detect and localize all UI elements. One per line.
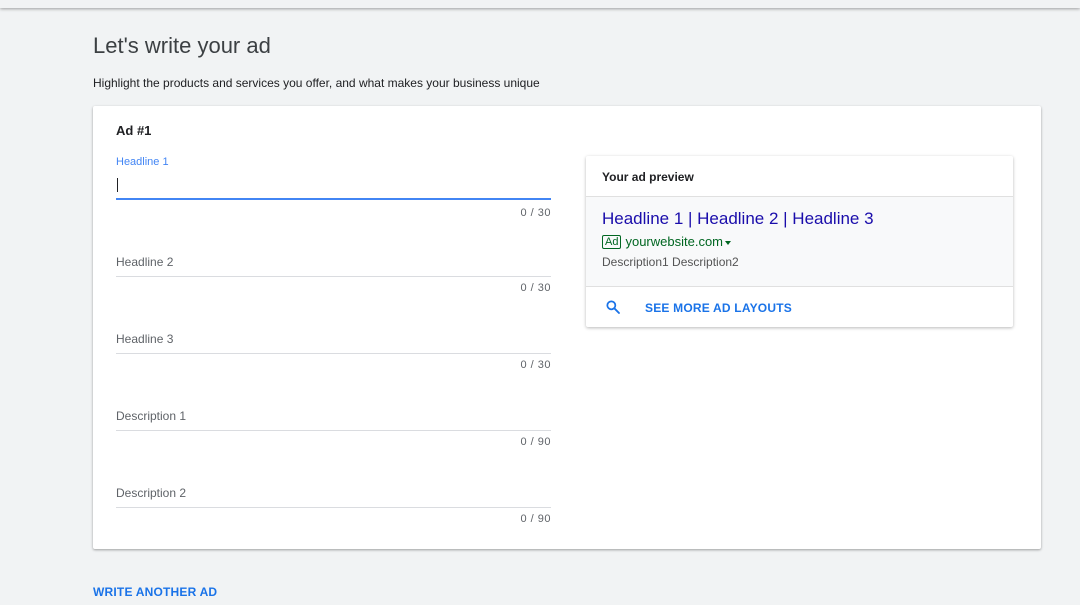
preview-url-row: Ad yourwebsite.com bbox=[602, 234, 732, 249]
headline-2-input[interactable] bbox=[116, 253, 551, 275]
headline-1-field: Headline 1 0 / 30 bbox=[116, 154, 551, 224]
headline-3-input[interactable] bbox=[116, 330, 551, 352]
description-1-counter: 0 / 90 bbox=[520, 436, 551, 448]
ad-preview-title: Your ad preview bbox=[602, 170, 694, 184]
write-another-ad-button[interactable]: WRITE ANOTHER AD bbox=[93, 585, 217, 599]
page-title: Let's write your ad bbox=[93, 33, 271, 58]
headline-2-counter: 0 / 30 bbox=[520, 282, 551, 294]
ad-card: Ad #1 Headline 1 0 / 30 Headline 2 0 / 3… bbox=[93, 106, 1041, 549]
caret-down-icon bbox=[725, 240, 732, 245]
preview-url: yourwebsite.com bbox=[625, 234, 724, 249]
ad-badge: Ad bbox=[602, 234, 622, 249]
ad-title: Ad #1 bbox=[116, 123, 152, 138]
ad-preview-body: Headline 1 | Headline 2 | Headline 3 Ad … bbox=[586, 197, 1013, 287]
headline-1-input[interactable] bbox=[116, 174, 551, 196]
headline-3-counter: 0 / 30 bbox=[520, 359, 551, 371]
description-1-underline bbox=[116, 430, 551, 431]
description-1-field: Description 1 0 / 90 bbox=[116, 407, 551, 457]
ad-preview-header: Your ad preview bbox=[586, 156, 1013, 197]
description-2-underline bbox=[116, 507, 551, 508]
preview-description: Description1 Description2 bbox=[602, 255, 739, 269]
headline-2-underline bbox=[116, 276, 551, 277]
headline-1-label: Headline 1 bbox=[116, 156, 169, 168]
page-subtitle: Highlight the products and services you … bbox=[93, 76, 540, 90]
text-cursor bbox=[117, 178, 118, 192]
search-icon bbox=[606, 300, 620, 314]
headline-3-field: Headline 3 0 / 30 bbox=[116, 330, 551, 380]
description-2-field: Description 2 0 / 90 bbox=[116, 484, 551, 534]
see-more-ad-layouts-button[interactable]: SEE MORE AD LAYOUTS bbox=[586, 287, 1013, 327]
ad-preview-panel: Your ad preview Headline 1 | Headline 2 … bbox=[586, 156, 1013, 327]
headline-3-underline bbox=[116, 353, 551, 354]
see-more-ad-layouts-label: SEE MORE AD LAYOUTS bbox=[645, 301, 792, 315]
headline-2-field: Headline 2 0 / 30 bbox=[116, 253, 551, 303]
preview-headline: Headline 1 | Headline 2 | Headline 3 bbox=[602, 209, 874, 228]
description-1-input[interactable] bbox=[116, 407, 551, 429]
description-2-counter: 0 / 90 bbox=[520, 513, 551, 525]
top-bar bbox=[0, 0, 1080, 8]
headline-1-counter: 0 / 30 bbox=[520, 207, 551, 219]
headline-1-underline bbox=[116, 198, 551, 200]
description-2-input[interactable] bbox=[116, 484, 551, 506]
